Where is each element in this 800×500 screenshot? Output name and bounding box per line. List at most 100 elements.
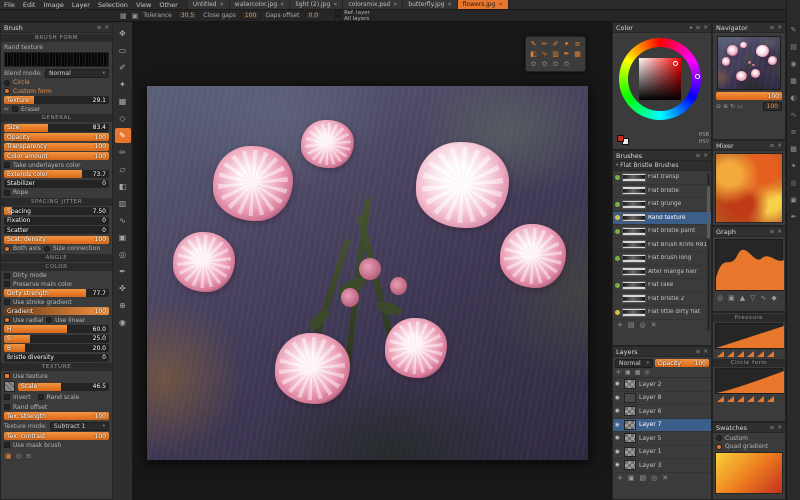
brush-list-item[interactable]: Flat bristle paint xyxy=(613,225,711,239)
pressure-preset-icon[interactable] xyxy=(757,351,764,357)
dirty-strength-slider[interactable]: Dirty strength 77.7 xyxy=(4,289,109,297)
panel-toggle-icon[interactable]: ∿ xyxy=(791,111,797,119)
panel-close-icon[interactable]: ✕ xyxy=(777,143,782,149)
pressure-label[interactable]: Pressure xyxy=(713,314,785,322)
layer-row[interactable]: ◉ Layer 7 xyxy=(613,419,711,433)
panel-toggle-icon[interactable]: ◐ xyxy=(790,94,796,102)
tool-button[interactable]: ◎ xyxy=(115,247,131,262)
navigator-zoom-slider[interactable]: 100 xyxy=(716,92,782,100)
tool-button[interactable]: ✥ xyxy=(115,26,131,41)
canvas-area[interactable]: ✎✏✐✦≡ ◧∿▥✒▦ ✩✩✩✩ xyxy=(133,22,612,500)
saturation-brightness-square[interactable] xyxy=(639,58,681,100)
panel-close-icon[interactable]: ✕ xyxy=(777,229,782,235)
color-checkbox[interactable]: Preserve main color xyxy=(4,281,109,288)
document-tab[interactable]: Untitled ✕ xyxy=(188,0,230,9)
panel-toggle-icon[interactable]: ▩ xyxy=(790,145,797,153)
painting-canvas[interactable] xyxy=(147,86,588,460)
layer-effects-icon[interactable]: ◎ xyxy=(644,369,649,376)
layer-row[interactable]: ◉ Layer 8 xyxy=(613,392,711,406)
shape-triangle-icon[interactable]: ▲ xyxy=(740,294,745,302)
texture-option-checkbox[interactable]: Rand offset xyxy=(4,404,47,411)
zoom-in-icon[interactable]: ⊕ xyxy=(723,103,728,110)
layer-blend-mode-dropdown[interactable]: Normal ▾ xyxy=(615,359,653,368)
scale-slider[interactable]: Scale 46.5 xyxy=(18,383,109,391)
brush-group-dropdown[interactable]: ▾ Flat Bristle Brushes xyxy=(613,161,711,171)
graph-curve[interactable] xyxy=(715,239,783,291)
panel-menu-icon[interactable]: ≡ xyxy=(770,25,775,31)
quick-tool-icon[interactable]: ✒ xyxy=(561,49,572,59)
general-slider[interactable]: Stabilizer 0 xyxy=(4,180,109,188)
gradient-slider[interactable]: Gradient 100 xyxy=(4,307,109,315)
section-spacing-jitter[interactable]: SPACING JITTER xyxy=(1,198,112,206)
zoom-percent-field[interactable]: 100 xyxy=(763,102,782,111)
hue-marker[interactable] xyxy=(695,74,700,79)
document-tab[interactable]: watercolor.jpg ✕ xyxy=(230,0,291,9)
foreground-color-swatch[interactable] xyxy=(617,135,624,142)
tool-button[interactable]: ◇ xyxy=(115,111,131,126)
quick-tool-icon[interactable]: ▥ xyxy=(550,49,561,59)
magnet-icon[interactable]: ▦ xyxy=(120,12,127,20)
brushes-scrollbar[interactable] xyxy=(707,173,710,331)
layer-row[interactable]: ◉ Layer 3 xyxy=(613,459,711,473)
close-gaps-field[interactable]: 100 xyxy=(241,11,260,20)
zoom-out-icon[interactable]: ⊖ xyxy=(716,103,721,110)
brush-options-icon[interactable]: ≡ xyxy=(26,452,32,460)
tool-button[interactable]: ▦ xyxy=(115,94,131,109)
gradient-radio[interactable]: Use radial xyxy=(4,317,43,324)
panel-menu-icon[interactable]: ≡ xyxy=(696,349,701,355)
texture-slider[interactable]: Texture 29.1 xyxy=(4,96,109,104)
tool-button[interactable]: ✐ xyxy=(115,60,131,75)
panel-menu-icon[interactable]: ≡ xyxy=(770,143,775,149)
circle-form-preset-icon[interactable] xyxy=(757,396,764,402)
document-tab[interactable]: light (2).jpg ✕ xyxy=(290,0,343,9)
menu-item[interactable]: Layer xyxy=(68,1,94,9)
section-brush-form[interactable]: BRUSH FORM xyxy=(1,34,112,42)
panel-expand-icon[interactable]: ▸ xyxy=(690,25,693,31)
merge-layer-icon[interactable]: ◎ xyxy=(651,474,657,482)
add-brush-icon[interactable]: + xyxy=(617,321,623,329)
tab-close-icon[interactable]: ✕ xyxy=(280,2,284,8)
layer-visibility-icon[interactable]: ◉ xyxy=(615,422,621,428)
lock-transparency-icon[interactable]: ▣ xyxy=(625,369,631,376)
pressure-preset-icon[interactable] xyxy=(737,351,744,357)
shape-triangle-down-icon[interactable]: ▽ xyxy=(750,294,755,302)
hsb-slider[interactable]: H 60.0 xyxy=(4,325,109,333)
spacing-slider[interactable]: Scatter 0 xyxy=(4,226,109,234)
brush-list-item[interactable]: Flat brush long xyxy=(613,252,711,266)
document-tab[interactable]: colorsmix.psd ✕ xyxy=(343,0,403,9)
selection-mode-icon[interactable]: ▣ xyxy=(132,12,139,20)
spacing-slider[interactable]: Fixation 0 xyxy=(4,217,109,225)
ref-layer-checkbox[interactable]: Ref. layer xyxy=(335,10,370,15)
panel-toggle-icon[interactable]: ▦ xyxy=(790,77,797,85)
tool-button[interactable]: ✏ xyxy=(115,145,131,160)
tool-button[interactable]: ✦ xyxy=(115,77,131,92)
tool-button[interactable]: ▥ xyxy=(115,196,131,211)
tool-button[interactable]: ▭ xyxy=(115,43,131,58)
brush-folder-icon[interactable]: ▤ xyxy=(628,321,635,329)
bristle-diversity-slider[interactable]: Bristle diversity 0 xyxy=(4,354,109,362)
menu-item[interactable]: Other xyxy=(155,1,181,9)
layer-visibility-icon[interactable]: ◉ xyxy=(615,449,621,455)
tool-button[interactable]: ⊕ xyxy=(115,298,131,313)
shape-square-icon[interactable]: ▣ xyxy=(728,294,735,302)
delete-layer-icon[interactable]: ✕ xyxy=(662,474,668,482)
form-radio[interactable]: Circle xyxy=(4,79,109,86)
section-color[interactable]: COLOR xyxy=(1,263,112,271)
clipping-mask-icon[interactable]: ▦ xyxy=(635,369,641,376)
panel-toggle-icon[interactable]: ▤ xyxy=(790,43,797,51)
panel-toggle-icon[interactable]: ✎ xyxy=(791,26,797,34)
document-tab[interactable]: butterfly.jpg ✕ xyxy=(403,0,457,9)
layer-row[interactable]: ◉ Layer 1 xyxy=(613,446,711,460)
brush-list-item[interactable]: Flat bristle xyxy=(613,185,711,199)
new-folder-icon[interactable]: ▣ xyxy=(628,474,635,482)
tab-close-icon[interactable]: ✕ xyxy=(333,2,337,8)
general-slider[interactable]: Color amount 100 xyxy=(4,152,109,160)
tab-close-icon[interactable]: ✕ xyxy=(499,2,503,8)
favorite-star-icon[interactable]: ✩ xyxy=(539,59,550,69)
brush-list-item[interactable]: Flat little dirty flat xyxy=(613,306,711,320)
shape-diamond-icon[interactable]: ◆ xyxy=(771,294,776,302)
circle-form-curve[interactable] xyxy=(715,368,783,394)
eraser-checkbox[interactable]: ✏ Eraser xyxy=(4,106,109,113)
tab-close-icon[interactable]: ✕ xyxy=(220,2,224,8)
quick-tool-icon[interactable]: ◧ xyxy=(528,49,539,59)
